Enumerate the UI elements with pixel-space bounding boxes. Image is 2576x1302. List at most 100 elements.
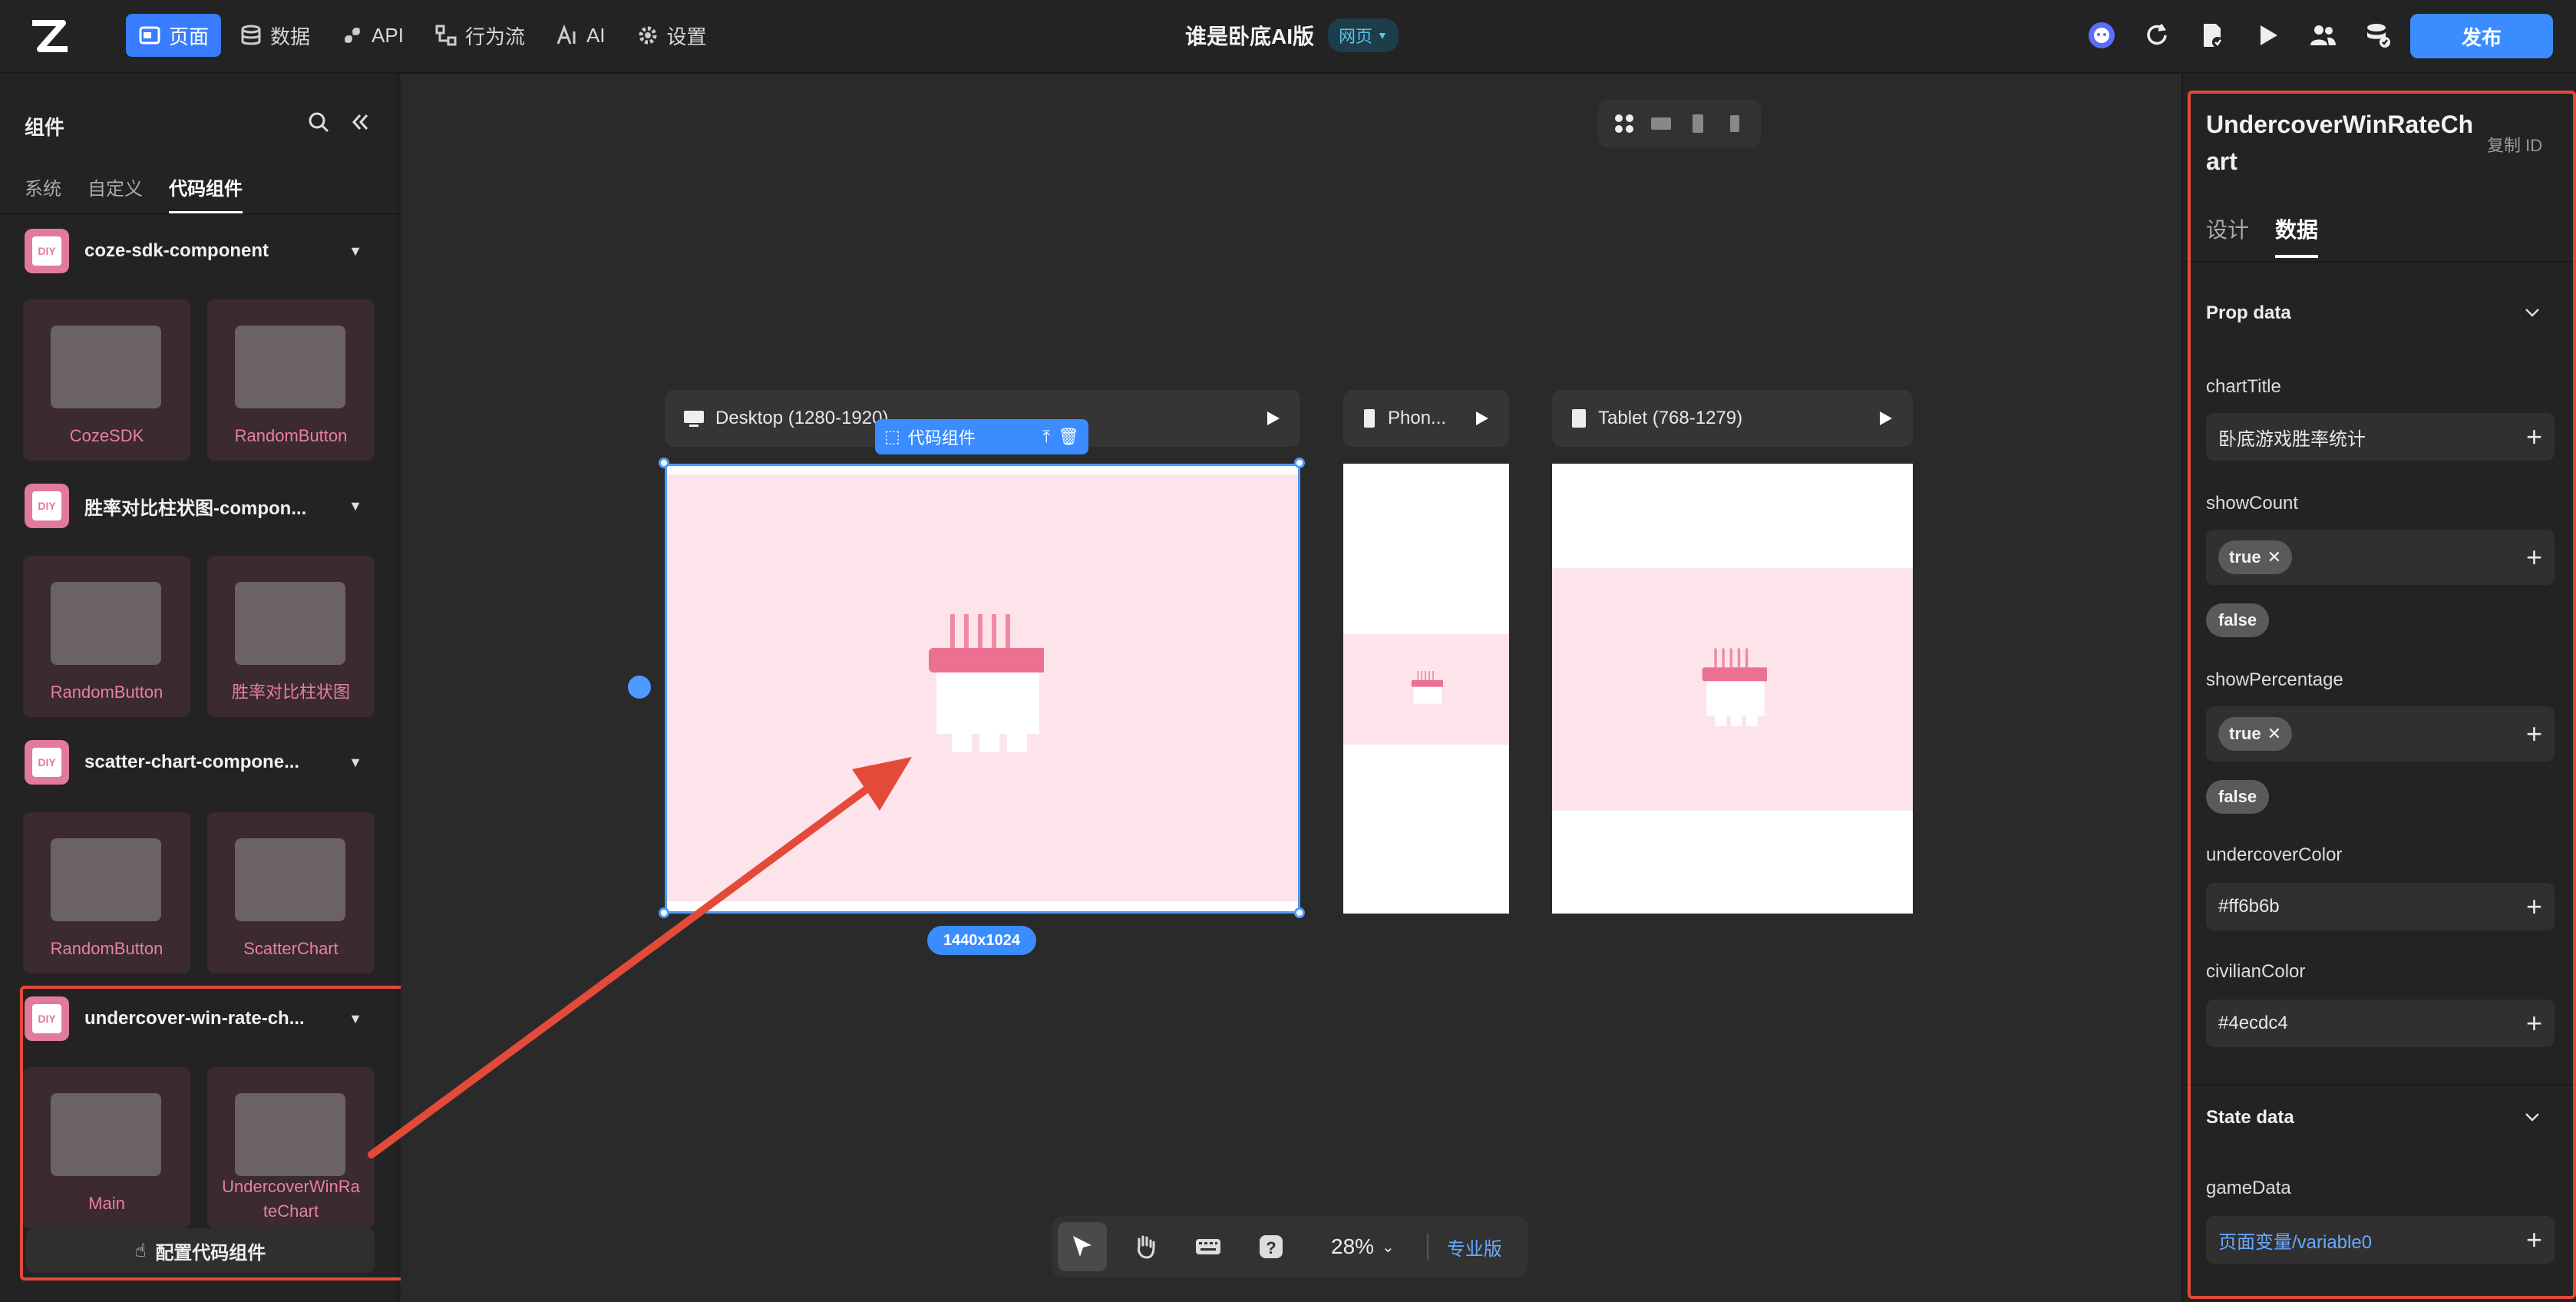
- group-name: scatter-chart-compone...: [84, 752, 300, 772]
- annotation-highlight-box: [2188, 91, 2576, 1299]
- group-name: 胜率对比柱状图-compon...: [84, 497, 307, 519]
- app-title: 谁是卧底AI版: [1185, 25, 1315, 48]
- help-button[interactable]: ?: [1247, 1222, 1296, 1271]
- gear-icon: [639, 26, 657, 45]
- tab-system[interactable]: 系统: [25, 173, 61, 214]
- component-label: RandomButton: [50, 682, 163, 702]
- pro-version-link[interactable]: 专业版: [1426, 1233, 1502, 1261]
- component-card[interactable]: CozeSDK: [23, 299, 190, 461]
- diy-icon: DIY: [25, 229, 69, 273]
- component-label: CozeSDK: [69, 426, 144, 445]
- refresh-button[interactable]: [2140, 18, 2174, 52]
- main-nav: 页面 数据 API 行为流 AI 设置: [126, 14, 719, 57]
- help-icon: ?: [1260, 1235, 1283, 1258]
- collapse-icon[interactable]: [348, 111, 372, 134]
- publish-button[interactable]: 发布: [2410, 14, 2553, 58]
- canvas-toolbar: ? 28% ⌄ 专业版: [1052, 1216, 1527, 1277]
- assistant-avatar[interactable]: [2085, 18, 2119, 52]
- delete-icon[interactable]: 🗑: [1058, 427, 1079, 447]
- top-bar: 页面 数据 API 行为流 AI 设置 谁是卧底AI版 网页 ▼ 发布: [0, 0, 2576, 74]
- run-button[interactable]: [2251, 18, 2284, 52]
- nav-item-settings[interactable]: 设置: [624, 14, 719, 57]
- hand-icon: [1138, 1235, 1155, 1259]
- view-mode-switch: [1598, 100, 1761, 147]
- play-icon[interactable]: [1876, 409, 1894, 428]
- caret-down-icon: ▼: [348, 243, 362, 259]
- hand-tool-button[interactable]: [1121, 1222, 1170, 1271]
- bot-icon: [2089, 22, 2115, 48]
- zoom-dropdown[interactable]: 28% ⌄: [1331, 1234, 1395, 1259]
- component-placeholder-icon: [1702, 648, 1767, 726]
- page-type-dropdown[interactable]: 网页 ▼: [1328, 18, 1399, 52]
- component-group-header[interactable]: DIY 胜率对比柱状图-compon... ▼: [25, 484, 362, 528]
- frame-header-tablet[interactable]: Tablet (768-1279): [1552, 390, 1913, 447]
- ai-icon: [556, 24, 576, 45]
- component-card[interactable]: ScatterChart: [207, 812, 375, 973]
- move-up-icon[interactable]: ⤒: [1042, 427, 1050, 447]
- nav-item-data[interactable]: 数据: [227, 14, 322, 57]
- nav-item-workflow[interactable]: 行为流: [422, 14, 537, 57]
- component-group-header[interactable]: DIY coze-sdk-component ▼: [25, 229, 362, 273]
- resize-handle[interactable]: [659, 458, 669, 468]
- users-icon: [2310, 25, 2336, 45]
- tablet-frame[interactable]: [1552, 464, 1913, 914]
- component-card[interactable]: RandomButton: [23, 812, 190, 973]
- selection-outline: [665, 464, 1300, 914]
- nav-label: 设置: [666, 25, 707, 48]
- grid-view-icon[interactable]: [1613, 112, 1636, 135]
- component-label: RandomButton: [50, 939, 163, 958]
- frame-label: Tablet (768-1279): [1598, 408, 1743, 428]
- page-icon: [139, 26, 160, 45]
- tab-custom[interactable]: 自定义: [88, 173, 143, 214]
- phone-frame[interactable]: [1343, 464, 1509, 914]
- annotation-highlight-box: [20, 986, 428, 1281]
- component-thumbnail-icon: [235, 582, 345, 665]
- component-thumbnail-icon: [51, 326, 161, 408]
- tab-code-components[interactable]: 代码组件: [169, 173, 243, 214]
- phone-icon: [1364, 409, 1375, 428]
- nav-item-api[interactable]: API: [329, 14, 416, 57]
- diy-label: DIY: [32, 236, 61, 266]
- database-icon: [241, 25, 261, 45]
- selection-toolbar: ⬚ 代码组件 ⤒ 🗑: [875, 419, 1088, 454]
- top-actions: [2085, 18, 2395, 52]
- component-group-header[interactable]: DIY scatter-chart-compone... ▼: [25, 740, 362, 785]
- desktop-view-icon[interactable]: [1650, 112, 1673, 135]
- tablet-view-icon[interactable]: [1686, 112, 1709, 135]
- component-placeholder-icon: [1411, 671, 1443, 704]
- play-icon[interactable]: [1472, 409, 1491, 428]
- collaborators-button[interactable]: [2306, 18, 2340, 52]
- component-card[interactable]: 胜率对比柱状图: [207, 556, 375, 717]
- phone-view-icon[interactable]: [1723, 112, 1746, 135]
- caret-down-icon: ▼: [348, 754, 362, 770]
- document-icon: [2204, 24, 2223, 48]
- desktop-icon: [684, 411, 704, 427]
- resize-handle[interactable]: [659, 907, 669, 918]
- preview-doc-button[interactable]: [2195, 18, 2229, 52]
- select-tool-button[interactable]: [1058, 1222, 1107, 1271]
- nav-item-ai[interactable]: AI: [543, 14, 618, 57]
- stack-check-icon: [2367, 24, 2390, 48]
- search-icon[interactable]: [307, 111, 330, 134]
- nav-label: AI: [586, 23, 606, 47]
- zoom-value: 28%: [1331, 1234, 1375, 1258]
- play-icon[interactable]: [1263, 409, 1282, 428]
- keyboard-shortcuts-button[interactable]: [1184, 1222, 1233, 1271]
- component-label: RandomButton: [234, 426, 348, 445]
- resize-handle[interactable]: [1294, 907, 1305, 918]
- frame-header-phone[interactable]: Phon...: [1343, 390, 1509, 447]
- side-menu-handle[interactable]: [628, 676, 651, 699]
- logo-icon[interactable]: [29, 18, 72, 55]
- nav-label: 行为流: [464, 25, 525, 48]
- component-card[interactable]: RandomButton: [207, 299, 375, 461]
- resize-handle[interactable]: [1294, 458, 1305, 468]
- chevron-down-icon: ▼: [1377, 29, 1388, 41]
- divider: [0, 213, 399, 215]
- version-button[interactable]: [2361, 18, 2395, 52]
- app-title-area: 谁是卧底AI版 网页 ▼: [1185, 18, 1399, 52]
- nav-item-page[interactable]: 页面: [126, 14, 222, 57]
- component-label: 胜率对比柱状图: [231, 682, 350, 702]
- app-root: 页面 数据 API 行为流 AI 设置 谁是卧底AI版 网页 ▼ 发布 组件 系…: [0, 0, 2576, 1302]
- refresh-icon: [2147, 24, 2167, 45]
- component-card[interactable]: RandomButton: [23, 556, 190, 717]
